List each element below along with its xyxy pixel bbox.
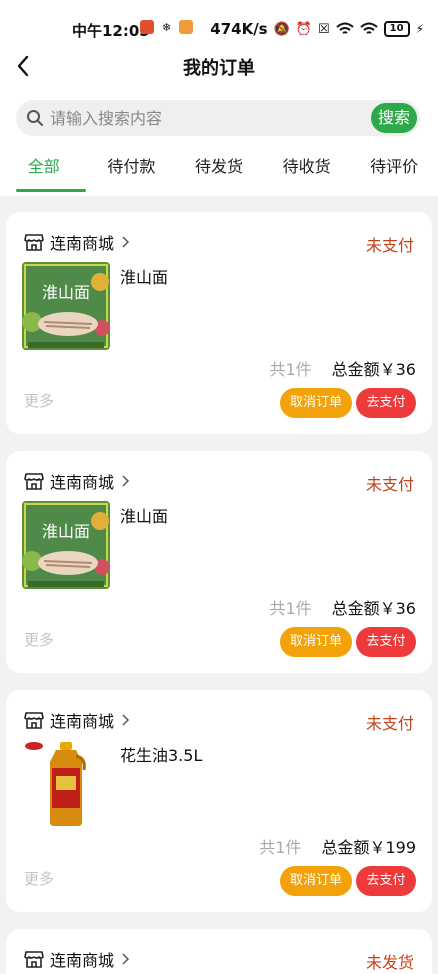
more-link[interactable]: 更多: [24, 629, 54, 650]
order-card: 连南商城 未支付 淮山面 淮山面 共1件 总金额￥36 更多 取消订单 去支付: [6, 451, 432, 673]
store-link[interactable]: 连南商城: [24, 469, 130, 493]
header: 我的订单: [0, 40, 438, 90]
product-image[interactable]: 淮山面: [22, 501, 110, 589]
wifi-icon: [359, 22, 378, 34]
cancel-order-button[interactable]: 取消订单: [280, 866, 352, 896]
cancel-order-button[interactable]: 取消订单: [280, 627, 352, 657]
product-image-label: 淮山面: [42, 283, 90, 302]
order-status: 未发货: [365, 953, 414, 972]
wifi-icon: [335, 22, 354, 34]
store-name: 连南商城: [50, 234, 115, 253]
status-system-icons: 474K/s 🔕 ⏰ ☒ 10 ⚡: [210, 20, 424, 38]
store-link[interactable]: 连南商城: [24, 230, 130, 254]
order-summary: 共1件 总金额￥36: [269, 356, 416, 380]
order-total: 总金额￥199: [321, 838, 416, 857]
tab-all[interactable]: 全部: [0, 146, 88, 196]
order-total: 总金额￥36: [331, 360, 416, 379]
search-input[interactable]: [50, 100, 370, 136]
item-count: 共1件: [269, 360, 312, 379]
chevron-right-icon: [122, 714, 130, 726]
chevron-right-icon: [122, 236, 130, 248]
order-list: 连南商城 未支付 淮山面 淮山面 共1件 总金额￥36 更多 取消订单 去支付: [6, 212, 432, 974]
chevron-right-icon: [122, 953, 130, 965]
order-tabs: 全部 待付款 待发货 待收货 待评价: [0, 146, 438, 196]
search-icon: [27, 110, 43, 126]
store-name: 连南商城: [50, 951, 115, 970]
store-icon: [24, 473, 44, 490]
item-count: 共1件: [259, 838, 302, 857]
order-summary: 共1件 总金额￥36: [269, 595, 416, 619]
product-name[interactable]: 花生油3.5L: [120, 742, 202, 766]
order-status: 未支付: [365, 475, 414, 494]
sim-icon: ☒: [317, 21, 330, 37]
pay-button[interactable]: 去支付: [356, 866, 416, 896]
pay-button[interactable]: 去支付: [356, 627, 416, 657]
store-name: 连南商城: [50, 473, 115, 492]
app-notification-icon: [179, 20, 194, 34]
order-card: 连南商城 未支付 淮山面 淮山面 共1件 总金额￥36 更多 取消订单 去支付: [6, 212, 432, 434]
mute-icon: 🔕: [273, 21, 290, 37]
product-image-label: 淮山面: [42, 522, 90, 541]
order-card: 连南商城 未支付 花生油3.5L 共1件 总金额￥199 更多 取消订单 去支付: [6, 690, 432, 912]
tab-pending-receipt[interactable]: 待收货: [263, 146, 351, 196]
store-link[interactable]: 连南商城: [24, 708, 130, 732]
product-name[interactable]: 淮山面: [120, 503, 168, 527]
status-notification-icons: ❄: [140, 20, 194, 34]
store-icon: [24, 712, 44, 729]
status-time: 中午12:05: [72, 22, 150, 40]
network-speed: 474K/s: [210, 20, 268, 38]
tab-pending-payment[interactable]: 待付款: [88, 146, 176, 196]
more-link[interactable]: 更多: [24, 868, 54, 889]
product-image[interactable]: [22, 740, 110, 828]
order-status: 未支付: [365, 236, 414, 255]
charging-icon: ⚡: [415, 22, 424, 36]
order-card: 连南商城 未发货: [6, 929, 432, 974]
snowflake-icon: ❄: [162, 20, 172, 34]
order-total: 总金额￥36: [331, 599, 416, 618]
store-link[interactable]: 连南商城: [24, 947, 130, 971]
search-bar: 搜索: [0, 90, 438, 146]
more-link[interactable]: 更多: [24, 390, 54, 411]
app-notification-icon: [140, 20, 154, 34]
alarm-icon: ⏰: [295, 21, 312, 37]
product-image[interactable]: 淮山面: [22, 262, 110, 350]
battery-indicator: 10: [383, 21, 410, 37]
store-name: 连南商城: [50, 712, 115, 731]
product-name[interactable]: 淮山面: [120, 264, 168, 288]
search-box: 搜索: [16, 100, 420, 136]
store-icon: [24, 951, 44, 968]
tab-pending-review[interactable]: 待评价: [350, 146, 438, 196]
item-count: 共1件: [269, 599, 312, 618]
store-icon: [24, 234, 44, 251]
search-button[interactable]: 搜索: [371, 103, 417, 133]
cancel-order-button[interactable]: 取消订单: [280, 388, 352, 418]
page-title: 我的订单: [183, 58, 255, 79]
pay-button[interactable]: 去支付: [356, 388, 416, 418]
order-summary: 共1件 总金额￥199: [259, 834, 416, 858]
order-status: 未支付: [365, 714, 414, 733]
tab-pending-shipment[interactable]: 待发货: [175, 146, 263, 196]
chevron-right-icon: [122, 475, 130, 487]
